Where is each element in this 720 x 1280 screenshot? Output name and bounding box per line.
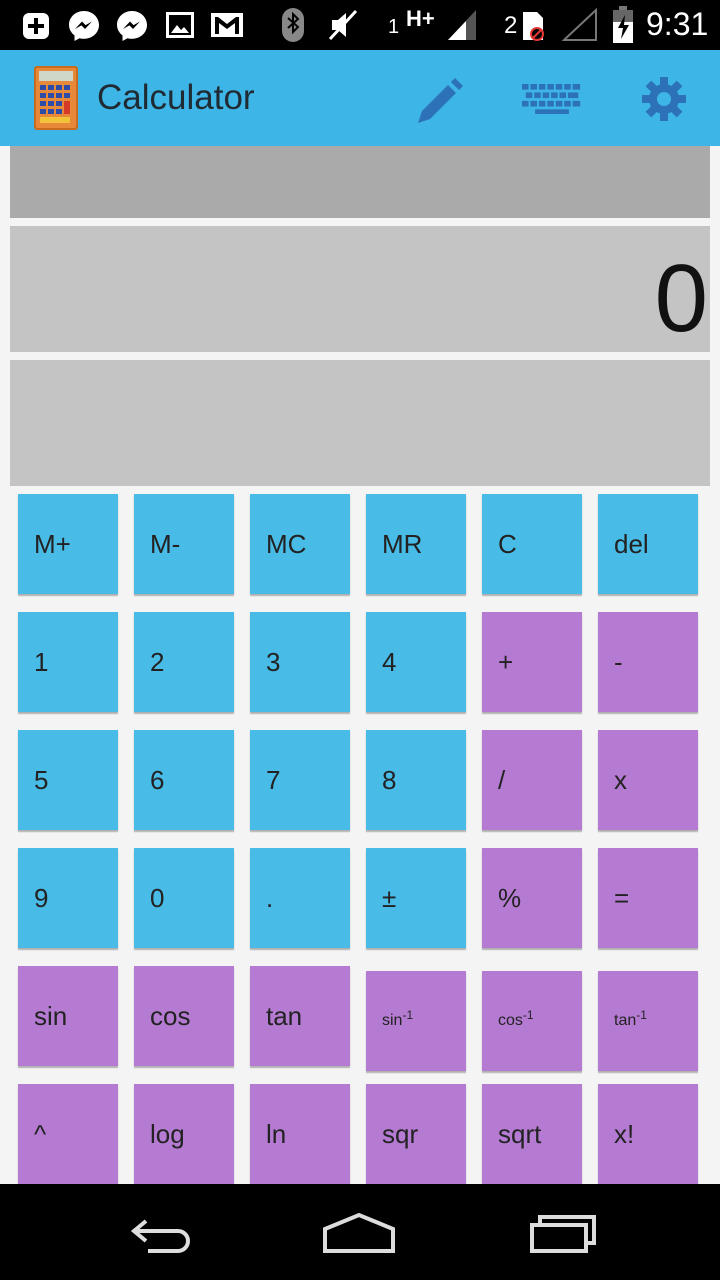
pencil-icon [418,78,463,123]
calculator-content: 0 M+ M- MC MR C del 1 2 3 4 + - 5 6 7 8 … [0,146,720,1184]
ln-button[interactable]: ln [250,1084,350,1184]
arccos-button[interactable]: cos -1 [482,971,582,1071]
signal-icon [448,10,476,40]
arcsin-button[interactable]: sin -1 [366,971,466,1071]
divide-button[interactable]: / [482,730,582,830]
messenger-icon [117,11,147,41]
equals-button[interactable]: = [598,848,698,948]
clock: 9:31 [646,6,709,42]
edit-button[interactable] [410,70,470,128]
arcsin-label: sin [382,1012,403,1029]
add-icon [23,13,49,39]
signal-icon [562,8,597,41]
arccos-superscript: -1 [522,1008,534,1022]
square-button[interactable]: sqr [366,1084,466,1184]
plus-minus-button[interactable]: ± [366,848,466,948]
recents-icon [530,1215,596,1253]
digit-4-button[interactable]: 4 [366,612,466,712]
clear-button[interactable]: C [482,494,582,594]
digit-3-button[interactable]: 3 [250,612,350,712]
digit-7-button[interactable]: 7 [250,730,350,830]
arctan-superscript: -1 [636,1008,647,1022]
memory-recall-button[interactable]: MR [366,494,466,594]
home-button[interactable] [314,1208,404,1258]
battery-icon [613,6,633,43]
decimal-point-button[interactable]: . [250,848,350,948]
gmail-icon [211,13,243,37]
recents-button[interactable] [518,1208,608,1258]
mute-icon [328,9,358,41]
gear-icon [642,77,686,121]
calculator-app-icon [34,66,78,130]
sim-disabled-icon [523,12,544,41]
digit-9-button[interactable]: 9 [18,848,118,948]
memory-add-button[interactable]: M+ [18,494,118,594]
app-title: Calculator [97,78,255,117]
arcsin-superscript: -1 [402,1008,414,1022]
messenger-icon [69,11,99,41]
action-bar: Calculator [0,50,720,146]
sin-button[interactable]: sin [18,966,118,1066]
cos-button[interactable]: cos [134,966,234,1066]
add-button[interactable]: + [482,612,582,712]
sim2-label: 2 [504,12,518,39]
arctan-button[interactable]: tan -1 [598,971,698,1071]
digit-1-button[interactable]: 1 [18,612,118,712]
home-icon [323,1212,395,1253]
log-button[interactable]: log [134,1084,234,1184]
multiply-button[interactable]: x [598,730,698,830]
digit-6-button[interactable]: 6 [134,730,234,830]
tan-button[interactable]: tan [250,966,350,1066]
bluetooth-icon [282,8,304,42]
keyboard-icon [522,84,581,114]
sim1-label: 1 [388,16,400,38]
digit-2-button[interactable]: 2 [134,612,234,712]
subtract-button[interactable]: - [598,612,698,712]
back-button[interactable] [114,1208,204,1258]
square-root-button[interactable]: sqrt [482,1084,582,1184]
digit-5-button[interactable]: 5 [18,730,118,830]
back-icon [130,1219,190,1253]
status-bar: 1 H+ 2 9:31 [0,0,720,50]
memory-subtract-button[interactable]: M- [134,494,234,594]
keyboard-button[interactable] [522,70,582,128]
network-type: H+ [406,6,435,31]
percent-button[interactable]: % [482,848,582,948]
history-display [10,146,710,218]
digit-0-button[interactable]: 0 [134,848,234,948]
gallery-icon [166,12,194,38]
arccos-label: cos [498,1012,523,1029]
main-display: 0 [10,226,710,352]
factorial-button[interactable]: x! [598,1084,698,1184]
digit-8-button[interactable]: 8 [366,730,466,830]
power-button[interactable]: ^ [18,1084,118,1184]
navigation-bar [0,1184,720,1280]
memory-clear-button[interactable]: MC [250,494,350,594]
display-value: 0 [654,245,708,352]
memory-display [10,360,710,486]
settings-button[interactable] [634,70,694,128]
arctan-label: tan [614,1012,637,1029]
delete-button[interactable]: del [598,494,698,594]
